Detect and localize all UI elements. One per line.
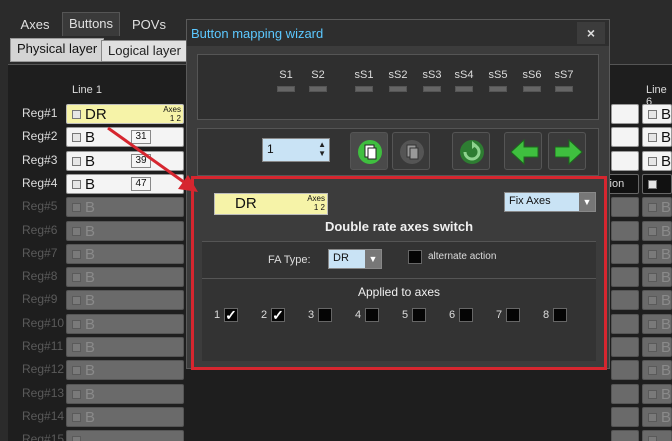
annotation-arrow: [107, 126, 198, 192]
